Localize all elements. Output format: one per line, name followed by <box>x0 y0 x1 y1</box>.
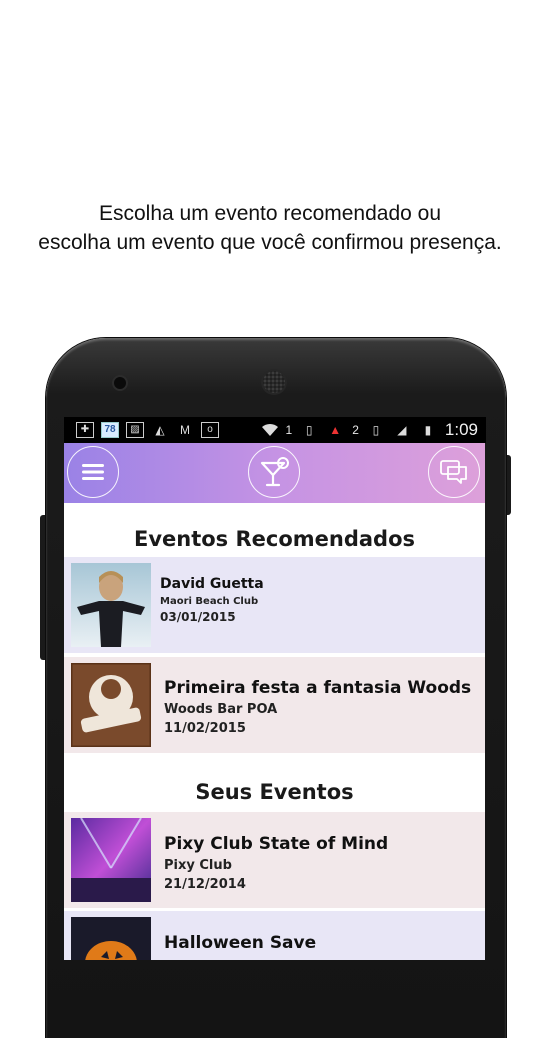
event-venue: Woods Bar POA <box>164 702 278 717</box>
battery-icon: ▮ <box>424 423 432 437</box>
gmail-icon: M <box>180 423 190 437</box>
app-screen: Eventos Recomendados David Guetta Maori … <box>64 443 485 960</box>
image-icon: ▨ <box>126 422 144 438</box>
calendar-badge-icon: 78 <box>101 422 119 438</box>
menu-button[interactable] <box>67 446 119 498</box>
event-thumbnail <box>71 917 151 960</box>
app-bar <box>64 443 485 503</box>
event-date: 11/02/2015 <box>164 721 246 736</box>
chat-bubbles-icon <box>440 460 467 484</box>
hamburger-icon <box>82 464 104 480</box>
recommended-section-title: Eventos Recomendados <box>133 527 416 551</box>
front-camera <box>114 377 126 389</box>
instruction-caption: Escolha um evento recomendado ou escolha… <box>0 199 540 257</box>
clock: 1:09 <box>444 420 478 439</box>
logo-button[interactable] <box>248 446 300 498</box>
your-events-section-title: Seus Eventos <box>195 780 354 804</box>
add-notification-icon: ✚ <box>76 422 94 438</box>
event-thumbnail <box>71 563 151 647</box>
event-date: 21/12/2014 <box>164 877 246 892</box>
event-title: Halloween Save <box>164 933 317 953</box>
event-venue: Maori Beach Club <box>160 596 259 607</box>
status-bar: ✚ 78 ▨ ◭ M o 1 ▯ ▲ 2 ▯ ◢ ▮ 1:09 <box>64 417 486 443</box>
event-title: David Guetta <box>160 576 264 592</box>
signal-icon: ◢ <box>397 423 407 437</box>
earpiece-speaker <box>263 371 285 393</box>
event-thumbnail <box>71 818 151 902</box>
sim1-label: 1 <box>285 423 293 437</box>
outlook-icon: o <box>201 422 219 438</box>
event-item-halloween[interactable]: Halloween Save <box>64 911 485 960</box>
alert-icon: ▲ <box>329 423 342 437</box>
event-thumbnail <box>71 663 151 747</box>
sim2-label: 2 <box>352 423 359 437</box>
cocktail-icon <box>260 457 289 487</box>
sim-card-2-icon: ▯ <box>372 423 380 437</box>
event-date: 03/01/2015 <box>160 610 236 624</box>
wifi-icon <box>260 422 278 438</box>
event-title: Pixy Club State of Mind <box>164 834 389 854</box>
caption-line-1: Escolha um evento recomendado ou <box>98 202 442 225</box>
event-item-woods[interactable]: Primeira festa a fantasia Woods Woods Ba… <box>64 657 485 753</box>
caption-line-2: escolha um evento que você confirmou pre… <box>38 231 502 254</box>
sim-card-icon: ▯ <box>305 423 313 437</box>
event-venue: Pixy Club <box>164 858 232 873</box>
event-title: Primeira festa a fantasia Woods <box>164 678 472 698</box>
drive-icon: ◭ <box>155 423 165 437</box>
chat-button[interactable] <box>428 446 480 498</box>
event-item-pixy-club[interactable]: Pixy Club State of Mind Pixy Club 21/12/… <box>64 812 485 908</box>
event-item-david-guetta[interactable]: David Guetta Maori Beach Club 03/01/2015 <box>64 557 485 653</box>
